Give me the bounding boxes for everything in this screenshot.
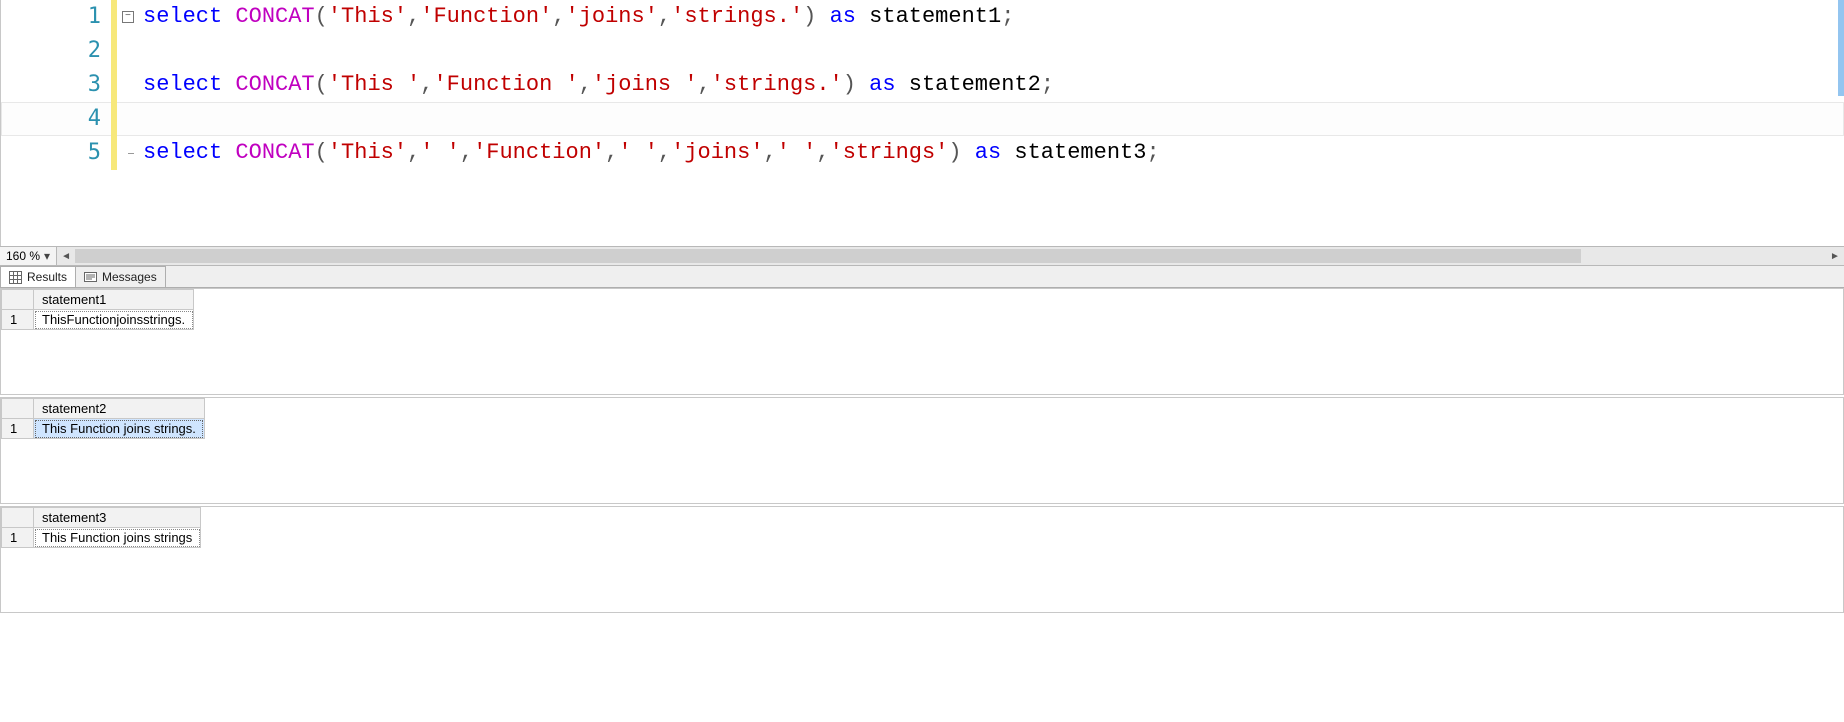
- tab-results[interactable]: Results: [0, 266, 76, 287]
- row-number[interactable]: 1: [2, 528, 34, 548]
- row-number[interactable]: 1: [2, 310, 34, 330]
- rownum-header[interactable]: [2, 399, 34, 419]
- line-number: 1: [1, 0, 111, 34]
- code-text[interactable]: select CONCAT('This',' ','Function',' ',…: [139, 136, 1160, 170]
- table-row[interactable]: 1ThisFunctionjoinsstrings.: [2, 310, 194, 330]
- code-line[interactable]: 4: [1, 102, 1844, 136]
- cell-value[interactable]: ThisFunctionjoinsstrings.: [34, 310, 194, 330]
- results-tabbar: Results Messages: [0, 266, 1844, 288]
- code-text[interactable]: select CONCAT('This','Function','joins',…: [139, 0, 1014, 34]
- column-header[interactable]: statement1: [34, 290, 194, 310]
- scroll-thumb[interactable]: [75, 249, 1581, 263]
- rownum-header[interactable]: [2, 508, 34, 528]
- table-row[interactable]: 1This Function joins strings.: [2, 419, 205, 439]
- messages-icon: [84, 271, 97, 284]
- table-row[interactable]: 1This Function joins strings: [2, 528, 201, 548]
- column-header[interactable]: statement3: [34, 508, 201, 528]
- line-number: 2: [1, 34, 111, 68]
- horizontal-scrollbar[interactable]: ◄ ►: [57, 249, 1844, 263]
- zoom-value: 160 %: [6, 249, 40, 263]
- result-grid[interactable]: statement11ThisFunctionjoinsstrings.: [0, 288, 1844, 395]
- editor-footer: 160 % ▾ ◄ ►: [0, 246, 1844, 266]
- code-line[interactable]: 3 select CONCAT('This ','Function ','join…: [1, 68, 1844, 102]
- results-panel: statement11ThisFunctionjoinsstrings. sta…: [0, 288, 1844, 722]
- change-marker: [111, 136, 117, 170]
- cell-value[interactable]: This Function joins strings: [34, 528, 201, 548]
- chevron-down-icon: ▾: [40, 249, 54, 263]
- code-line[interactable]: 5 select CONCAT('This',' ','Function',' '…: [1, 136, 1844, 170]
- column-header[interactable]: statement2: [34, 399, 205, 419]
- rownum-header[interactable]: [2, 290, 34, 310]
- code-text[interactable]: select CONCAT('This ','Function ','joins…: [139, 68, 1054, 102]
- line-number: 3: [1, 68, 111, 102]
- tab-messages-label: Messages: [102, 270, 157, 284]
- line-number: 5: [1, 136, 111, 170]
- tab-results-label: Results: [27, 270, 67, 284]
- change-marker: [111, 68, 117, 102]
- scroll-right-icon[interactable]: ►: [1826, 251, 1844, 262]
- code-line[interactable]: 2: [1, 34, 1844, 68]
- scroll-left-icon[interactable]: ◄: [57, 251, 75, 262]
- collapse-toggle-icon[interactable]: −: [122, 11, 134, 23]
- scroll-track[interactable]: [75, 249, 1826, 263]
- tab-messages[interactable]: Messages: [75, 266, 166, 287]
- result-grid[interactable]: statement21This Function joins strings.: [0, 397, 1844, 504]
- outline-gutter[interactable]: −: [117, 11, 139, 23]
- code-line[interactable]: 1−select CONCAT('This','Function','joins…: [1, 0, 1844, 34]
- result-grid[interactable]: statement31This Function joins strings: [0, 506, 1844, 613]
- row-number[interactable]: 1: [2, 419, 34, 439]
- change-marker: [111, 34, 117, 68]
- sql-editor[interactable]: 1−select CONCAT('This','Function','joins…: [0, 0, 1844, 246]
- zoom-selector[interactable]: 160 % ▾: [0, 247, 57, 265]
- grid-icon: [9, 271, 22, 284]
- cell-value[interactable]: This Function joins strings.: [34, 419, 205, 439]
- line-number: 4: [1, 102, 111, 136]
- change-marker: [111, 102, 117, 136]
- vscroll-marker: [1838, 0, 1844, 96]
